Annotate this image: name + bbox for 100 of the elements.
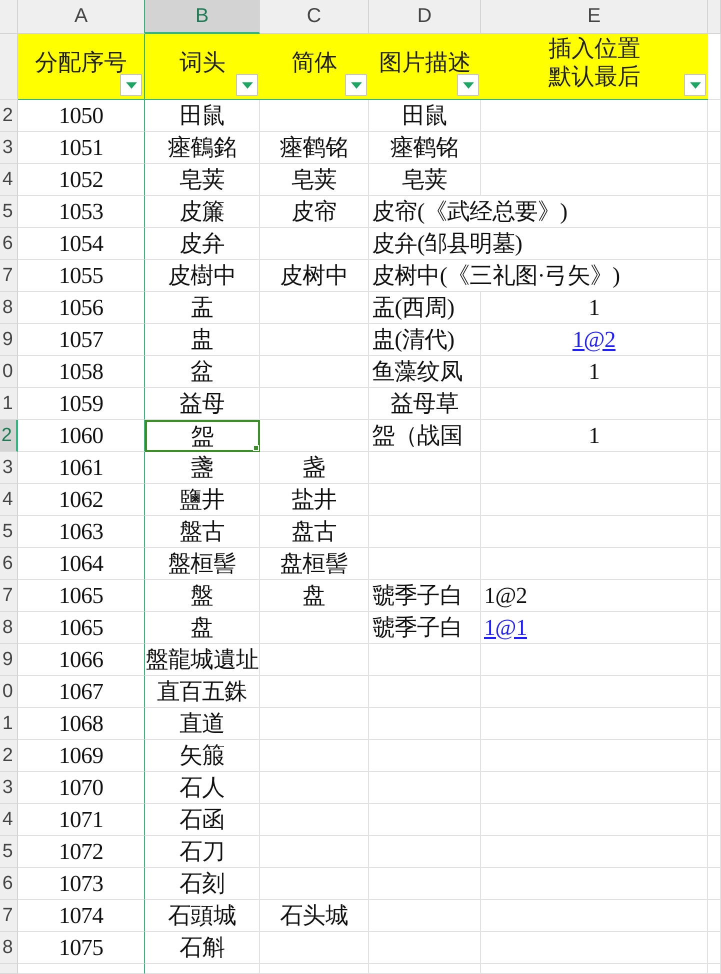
column-header[interactable]: C <box>260 0 369 34</box>
table-cell: 1052 <box>18 164 145 196</box>
table-cell: 1060 <box>18 420 145 452</box>
table-cell: 盤龍城遺址 <box>145 644 260 676</box>
table-cell: 盞 <box>145 452 260 484</box>
header-label: 词头 <box>180 48 226 76</box>
cell-text: 盌 <box>191 422 214 450</box>
caret-icon <box>242 82 252 88</box>
empty-cell <box>708 132 721 164</box>
table-cell: 石頭城 <box>145 900 260 932</box>
filter-button[interactable] <box>120 74 142 96</box>
table-cell: 直百五銖 <box>145 676 260 708</box>
filter-button[interactable] <box>345 74 367 96</box>
table-cell: 皮树中(《三礼图·弓矢》) <box>369 260 708 292</box>
row-header[interactable]: 3 <box>0 452 18 484</box>
row-header[interactable]: 4 <box>0 804 18 836</box>
row-header[interactable]: 7 <box>0 580 18 612</box>
table-cell: 田鼠 <box>369 100 481 132</box>
table-cell: 盏 <box>260 452 369 484</box>
table-cell: 皮弁 <box>145 228 260 260</box>
caret-icon <box>350 82 362 88</box>
row-header[interactable]: 2 <box>0 740 18 772</box>
header-label: 简体 <box>292 48 338 76</box>
row-header[interactable]: 8 <box>0 612 18 644</box>
table-cell: 石刻 <box>145 868 260 900</box>
row-header[interactable]: 8 <box>0 292 18 324</box>
table-cell: 皮树中 <box>260 260 369 292</box>
table-cell: 1055 <box>18 260 145 292</box>
table-cell: 1064 <box>18 548 145 580</box>
row-header[interactable]: 0 <box>0 676 18 708</box>
row-header[interactable]: 0 <box>0 356 18 388</box>
row-header[interactable]: 5 <box>0 516 18 548</box>
column-header[interactable]: D <box>369 0 481 34</box>
table-cell: 1075 <box>18 932 145 964</box>
caret-icon <box>462 82 474 88</box>
row-header[interactable]: 5 <box>0 196 18 228</box>
fill-handle[interactable] <box>253 445 259 451</box>
table-cell: 虢季子白 <box>369 612 481 644</box>
table-cell: 1059 <box>18 388 145 420</box>
row-header[interactable]: 9 <box>0 324 18 356</box>
empty-cell <box>708 388 721 420</box>
table-cell: 皂荚 <box>369 164 481 196</box>
row-header[interactable]: 3 <box>0 772 18 804</box>
active-cell[interactable]: 盌 <box>145 420 260 452</box>
filter-button[interactable] <box>684 74 706 96</box>
table-cell: 盂(西周) <box>369 292 481 324</box>
table-cell: 1069 <box>18 740 145 772</box>
row-header[interactable]: 1 <box>0 708 18 740</box>
filter-button[interactable] <box>457 74 479 96</box>
empty-cell <box>708 772 721 804</box>
table-cell: 鱼藻纹凤 <box>369 356 481 388</box>
table-cell: 石函 <box>145 804 260 836</box>
table-cell: 1051 <box>18 132 145 164</box>
row-header[interactable]: 6 <box>0 228 18 260</box>
row-header[interactable]: 8 <box>0 932 18 964</box>
row-header[interactable]: 3 <box>0 132 18 164</box>
empty-cell <box>708 164 721 196</box>
row-header[interactable]: 2 <box>0 100 18 132</box>
table-cell: 皂荚 <box>260 164 369 196</box>
table-cell: 皂荚 <box>145 164 260 196</box>
table-cell: 1 <box>481 356 708 388</box>
table-cell: 1062 <box>18 484 145 516</box>
row-header[interactable]: 9 <box>0 644 18 676</box>
empty-cell <box>708 804 721 836</box>
table-cell: 石人 <box>145 772 260 804</box>
row-header[interactable]: 4 <box>0 164 18 196</box>
table-cell: 盆 <box>145 356 260 388</box>
table-cell: 瘞鶴銘 <box>145 132 260 164</box>
table-cell: 1 <box>481 420 708 452</box>
table-cell: 1063 <box>18 516 145 548</box>
row-header[interactable]: 4 <box>0 484 18 516</box>
table-cell: 1070 <box>18 772 145 804</box>
row-header[interactable]: 5 <box>0 836 18 868</box>
empty-cell <box>708 228 721 260</box>
hyperlink[interactable]: 1@2 <box>572 326 616 352</box>
table-cell: 1056 <box>18 292 145 324</box>
table-cell: 1068 <box>18 708 145 740</box>
empty-cell <box>708 100 721 132</box>
table-cell: 盐井 <box>260 484 369 516</box>
table-cell: 盂 <box>145 292 260 324</box>
row-header[interactable]: 1 <box>0 388 18 420</box>
empty-cell <box>708 740 721 772</box>
table-cell: 1073 <box>18 868 145 900</box>
table-cell: 1065 <box>18 580 145 612</box>
row-header[interactable]: 7 <box>0 260 18 292</box>
table-cell: 益母 <box>145 388 260 420</box>
hyperlink[interactable]: 1@1 <box>484 614 527 640</box>
empty-cell <box>708 452 721 484</box>
column-header[interactable]: A <box>18 0 145 34</box>
row-header[interactable]: 7 <box>0 900 18 932</box>
table-cell: 皮帘(《武经总要》) <box>369 196 708 228</box>
empty-cell <box>708 644 721 676</box>
empty-cell <box>708 676 721 708</box>
row-header[interactable]: 6 <box>0 548 18 580</box>
empty-cell <box>708 964 721 974</box>
table-cell: 石斛 <box>145 932 260 964</box>
row-header[interactable]: 6 <box>0 868 18 900</box>
table-cell: 石刀 <box>145 836 260 868</box>
filter-button[interactable] <box>236 74 258 96</box>
column-header[interactable]: E <box>481 0 708 34</box>
